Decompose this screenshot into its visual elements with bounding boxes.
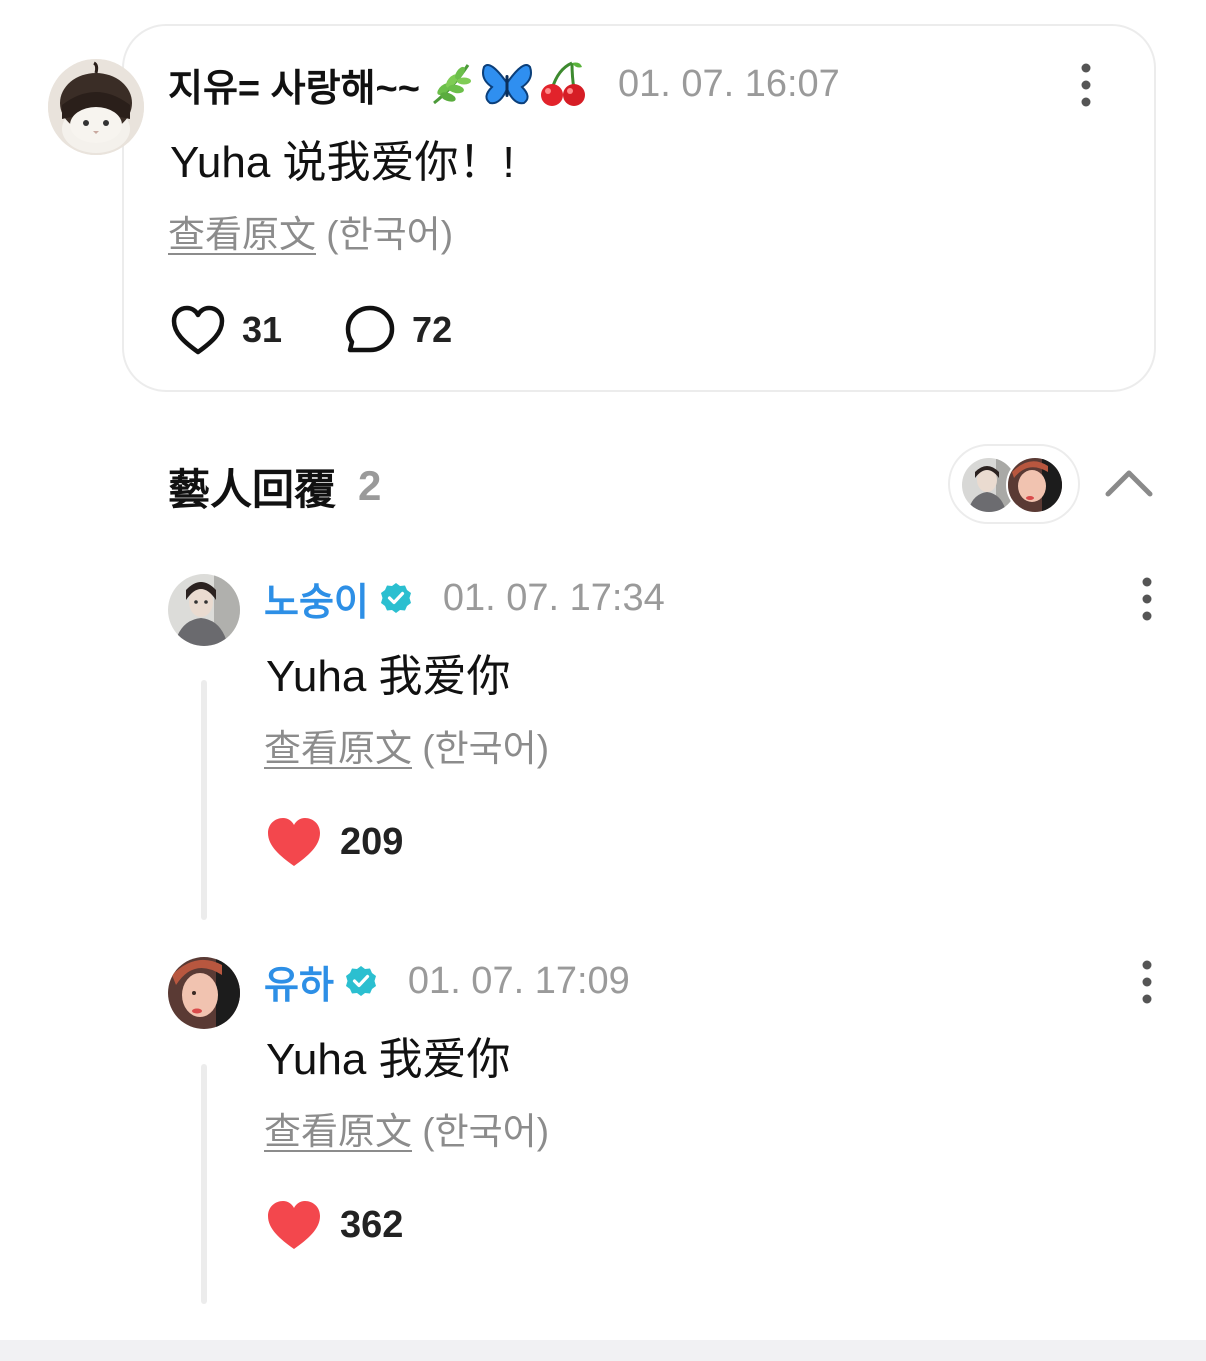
- post-timestamp: 01. 07. 16:07: [617, 62, 840, 105]
- reply-like-count: 362: [340, 1203, 404, 1246]
- view-original-link[interactable]: 查看原文: [264, 728, 412, 769]
- verified-badge-icon: [380, 583, 411, 613]
- post-author-avatar[interactable]: [48, 59, 144, 155]
- heart-filled-icon: [268, 818, 320, 866]
- post-comment-count: 72: [412, 309, 453, 350]
- artist-replies-count: 2: [358, 462, 382, 509]
- original-language: (한국어): [422, 1111, 550, 1152]
- reply-timestamp: 01. 07. 17:34: [442, 576, 665, 619]
- author-emojis: [426, 59, 588, 109]
- post-more-options-icon[interactable]: [1073, 62, 1099, 108]
- post-author-name[interactable]: 지유= 사랑해~~: [168, 57, 420, 112]
- post-comment-button[interactable]: 72: [344, 304, 452, 356]
- artist-replies-label: 藝人回覆: [168, 465, 337, 513]
- post-view-original[interactable]: 查看原文 (한국어): [168, 204, 453, 258]
- reply-view-original[interactable]: 查看原文 (한국어): [264, 1101, 549, 1155]
- reply-header: 노숭이 01. 07. 17:34: [264, 572, 665, 624]
- reply-like-count: 209: [340, 820, 404, 863]
- artist-avatar-small: [1006, 456, 1064, 514]
- post-body-text: Yuha 说我爱你！!: [170, 138, 515, 187]
- post-actions: 31 72: [170, 300, 452, 360]
- reply-body-text: Yuha 我爱你: [266, 1035, 511, 1084]
- reply-author-name[interactable]: 유하: [264, 954, 334, 1009]
- reply-timestamp: 01. 07. 17:09: [407, 959, 630, 1002]
- original-language: (한국어): [326, 214, 454, 255]
- heart-outline-icon: [171, 305, 225, 355]
- artist-avatar-stack[interactable]: [948, 444, 1080, 524]
- original-language: (한국어): [422, 728, 550, 769]
- post-like-count: 31: [242, 309, 283, 350]
- bottom-divider: [0, 1340, 1206, 1361]
- cherries-icon: [540, 61, 585, 106]
- herb-icon: [433, 64, 471, 105]
- collapse-chevron-up-icon[interactable]: [1100, 458, 1158, 512]
- view-original-link[interactable]: 查看原文: [168, 214, 316, 255]
- thread-line: [201, 1064, 207, 1304]
- butterfly-icon: [481, 64, 532, 105]
- reply-like-button[interactable]: 209: [266, 812, 403, 872]
- reply-like-button[interactable]: 362: [266, 1195, 403, 1255]
- reply-body-text: Yuha 我爱你: [266, 652, 511, 701]
- reply-more-options-icon[interactable]: [1134, 959, 1160, 1005]
- reply-view-original[interactable]: 查看原文 (한국어): [264, 718, 549, 772]
- view-original-link[interactable]: 查看原文: [264, 1111, 412, 1152]
- reply-more-options-icon[interactable]: [1134, 576, 1160, 622]
- heart-filled-icon: [268, 1201, 320, 1249]
- post-like-button[interactable]: 31: [170, 304, 282, 356]
- post-header: 지유= 사랑해~~ 01. 07. 16:07: [168, 56, 840, 112]
- reply-avatar[interactable]: [168, 957, 240, 1029]
- reply-header: 유하 01. 07. 17:09: [264, 955, 630, 1007]
- reply-author-name[interactable]: 노숭이: [264, 571, 369, 626]
- verified-badge-icon: [345, 966, 376, 996]
- artist-replies-header: 藝人回覆 2: [168, 458, 381, 514]
- comment-bubble-icon: [345, 305, 395, 353]
- comment-thread-page: 지유= 사랑해~~ 01. 07. 16:07 Yuha 说我爱你！! 查看原文…: [0, 0, 1206, 1361]
- thread-line: [201, 680, 207, 920]
- reply-avatar[interactable]: [168, 574, 240, 646]
